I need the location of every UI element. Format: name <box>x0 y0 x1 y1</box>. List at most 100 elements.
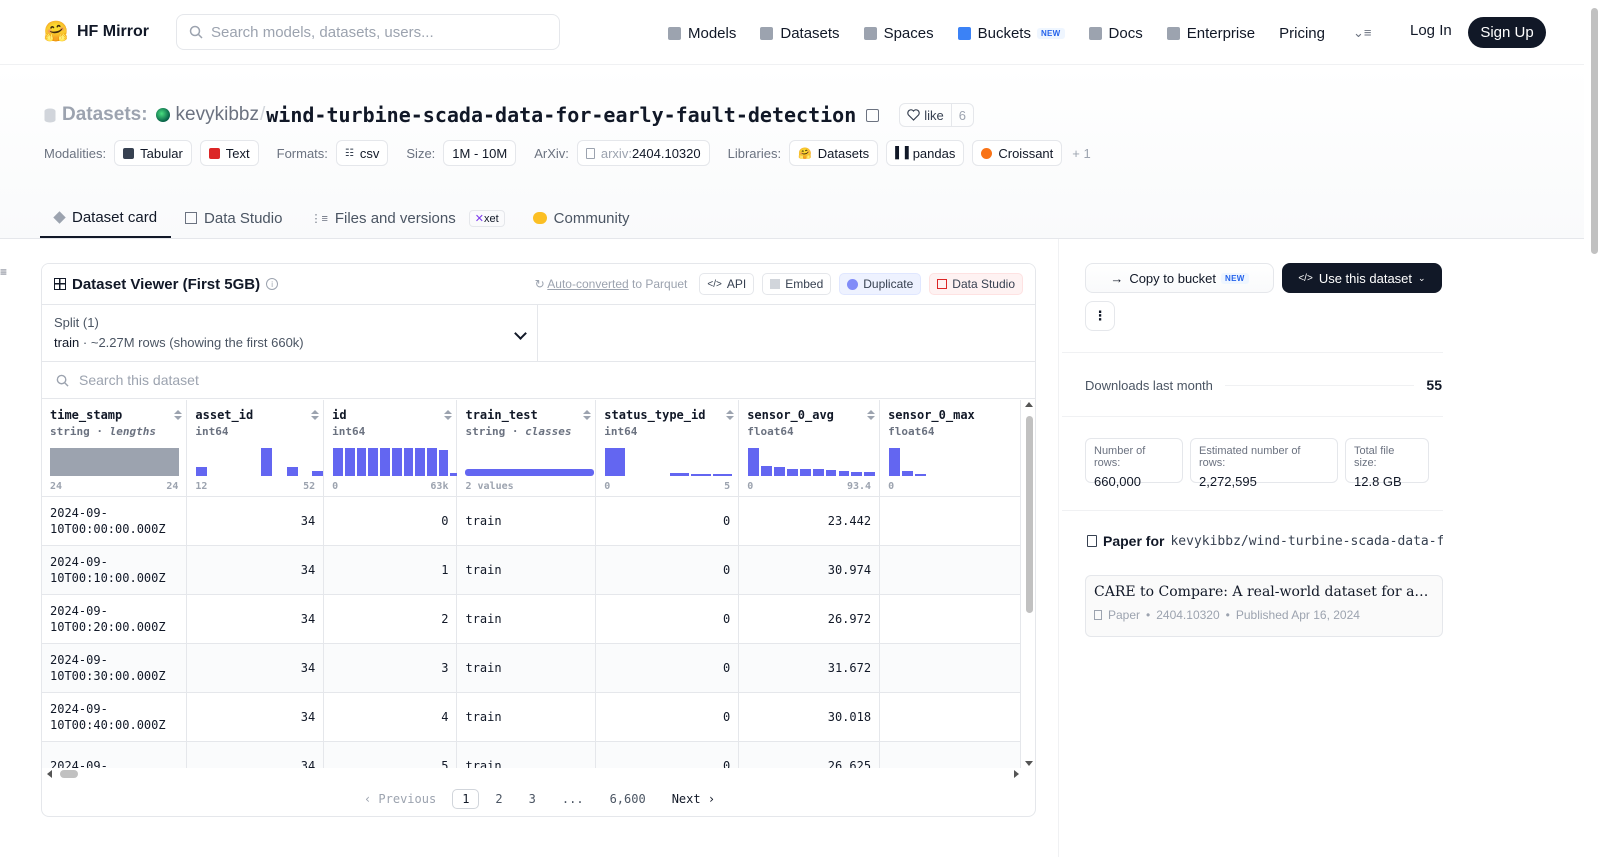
cell-status-type-id[interactable]: 0 <box>595 643 740 693</box>
cell-asset-id[interactable]: 34 <box>186 692 325 742</box>
cell-time-stamp[interactable]: 2024-09- 10T00:00:00.000Z <box>42 496 188 546</box>
histogram-bar[interactable] <box>344 447 355 476</box>
cell-train-test[interactable]: train <box>456 741 597 768</box>
cell-sensor-0-avg[interactable]: 26.625 <box>738 741 881 768</box>
tab-files[interactable]: ⋮≡ Files and versions ✕xet <box>296 198 518 238</box>
scroll-thumb[interactable] <box>1026 416 1033 613</box>
cell-train-test[interactable]: train <box>456 496 597 546</box>
histogram-bar[interactable] <box>415 447 425 476</box>
histogram-bar[interactable] <box>864 472 876 476</box>
histogram-bar[interactable] <box>889 447 900 476</box>
cell-sensor-0-avg[interactable]: 30.018 <box>738 692 881 742</box>
table-vertical-scrollbar[interactable] <box>1023 400 1035 768</box>
cell-asset-id[interactable]: 34 <box>186 741 325 768</box>
cell-time-stamp[interactable]: 2024-09- 10T00:20:00.000Z <box>42 594 188 644</box>
cell-sensor-0-max[interactable] <box>879 594 1021 644</box>
column-header-sensor_0_avg[interactable]: sensor_0_avg float64 0 93.4 <box>738 400 881 497</box>
cell-sensor-0-max[interactable] <box>879 496 1021 546</box>
tab-dataset-card[interactable]: Dataset card <box>40 198 172 238</box>
cell-sensor-0-max[interactable] <box>879 643 1021 693</box>
cell-sensor-0-max[interactable] <box>879 692 1021 742</box>
scroll-left-icon[interactable] <box>47 770 52 778</box>
column-header-status_type_id[interactable]: status_type_id int64 0 5 <box>595 400 740 497</box>
signup-button[interactable]: Sign Up <box>1468 17 1546 48</box>
nav-docs[interactable]: Docs <box>1088 25 1143 42</box>
nav-spaces[interactable]: Spaces <box>863 25 934 42</box>
cell-train-test[interactable]: train <box>456 643 597 693</box>
histogram-bar[interactable] <box>356 447 367 476</box>
cell-id[interactable]: 3 <box>323 643 458 693</box>
histogram-bar[interactable] <box>260 447 272 476</box>
page-scrollbar[interactable] <box>1588 0 1600 857</box>
global-search-input[interactable] <box>211 23 541 41</box>
tab-data-studio[interactable]: Data Studio <box>171 198 296 238</box>
cell-asset-id[interactable]: 34 <box>186 545 325 595</box>
cell-id[interactable]: 4 <box>323 692 458 742</box>
cell-time-stamp[interactable]: 2024-09- <box>42 741 188 768</box>
cell-status-type-id[interactable]: 0 <box>595 496 740 546</box>
histogram-bar[interactable] <box>426 447 437 476</box>
histogram-bar[interactable] <box>605 447 625 476</box>
histogram-bar[interactable] <box>438 450 449 476</box>
cell-sensor-0-max[interactable] <box>879 545 1021 595</box>
table-horizontal-scrollbar[interactable] <box>42 768 1021 780</box>
histogram-bar[interactable] <box>838 471 850 476</box>
duplicate-button[interactable]: Duplicate <box>839 273 922 295</box>
dataset-name[interactable]: wind-turbine-scada-data-for-early-fault-… <box>266 103 856 127</box>
histogram-bar[interactable] <box>50 447 179 476</box>
nav-datasets[interactable]: Datasets <box>760 25 840 42</box>
table-row[interactable]: 2024-09- 10T00:30:00.000Z 34 3 train 0 31.672 <box>42 643 1021 693</box>
page-3[interactable]: 3 <box>519 789 546 809</box>
histogram-bar[interactable] <box>761 465 772 476</box>
library-datasets[interactable]: 🤗 Datasets <box>789 140 879 166</box>
histogram-bar[interactable] <box>786 468 798 476</box>
nav-models[interactable]: Models <box>668 25 736 42</box>
modality-text[interactable]: Text <box>199 140 259 166</box>
cell-sensor-0-avg[interactable]: 31.672 <box>738 643 881 693</box>
histogram-bar[interactable] <box>333 447 343 476</box>
like-button[interactable]: like 6 <box>899 103 975 127</box>
table-row[interactable]: 2024-09- 34 5 train 0 26.625 <box>42 741 1021 768</box>
cell-status-type-id[interactable]: 0 <box>595 594 740 644</box>
histogram-bar[interactable] <box>196 467 208 476</box>
scroll-up-icon[interactable] <box>1025 402 1033 407</box>
table-row[interactable]: 2024-09- 10T00:00:00.000Z 34 0 train 0 23.442 <box>42 496 1021 546</box>
copy-icon[interactable] <box>866 108 880 122</box>
owner-avatar[interactable] <box>155 108 170 122</box>
cell-sensor-0-max[interactable] <box>879 741 1021 768</box>
embed-button[interactable]: Embed <box>762 273 832 295</box>
library-pandas[interactable]: ▌▐ pandas <box>886 140 965 166</box>
info-icon[interactable]: i <box>266 278 279 290</box>
histogram-bar[interactable] <box>748 447 760 476</box>
page-1[interactable]: 1 <box>452 789 480 809</box>
cell-id[interactable]: 5 <box>323 741 458 768</box>
cell-time-stamp[interactable]: 2024-09- 10T00:30:00.000Z <box>42 643 188 693</box>
logo[interactable]: 🤗 HF Mirror <box>43 19 149 45</box>
use-dataset-button[interactable]: </> Use this dataset ⌄ <box>1281 263 1442 293</box>
scroll-thumb[interactable] <box>60 770 78 778</box>
histogram-bar[interactable] <box>312 471 324 476</box>
histogram-bar[interactable] <box>691 473 711 476</box>
scroll-right-icon[interactable] <box>1014 770 1019 778</box>
cell-status-type-id[interactable]: 0 <box>595 692 740 742</box>
cell-train-test[interactable]: train <box>456 545 597 595</box>
table-row[interactable]: 2024-09- 10T00:10:00.000Z 34 1 train 0 30.974 <box>42 545 1021 595</box>
more-libraries[interactable]: + 1 <box>1072 146 1090 161</box>
histogram-bar[interactable] <box>774 467 785 476</box>
api-button[interactable]: </> API <box>699 273 755 295</box>
split-select[interactable]: Split (1) train · ~2.27M rows (showing t… <box>42 305 538 361</box>
modality-tabular[interactable]: Tabular <box>114 140 192 166</box>
toc-toggle-icon[interactable]: ≡ <box>0 265 7 279</box>
histogram-bar[interactable] <box>825 470 837 476</box>
class-bar[interactable] <box>465 468 595 476</box>
auto-converted-link[interactable]: Auto-converted <box>547 277 628 291</box>
owner-link[interactable]: kevykibbz <box>176 104 259 126</box>
histogram-bar[interactable] <box>286 467 298 476</box>
nav-enterprise[interactable]: Enterprise <box>1166 25 1255 42</box>
column-header-id[interactable]: id int64 0 63k <box>323 400 461 497</box>
more-menu-icon[interactable]: ⌄≡ <box>1353 25 1371 41</box>
global-search[interactable] <box>176 14 560 50</box>
page-last[interactable]: 6,600 <box>600 789 656 809</box>
cell-status-type-id[interactable]: 0 <box>595 741 740 768</box>
dataset-search-input[interactable] <box>79 372 479 388</box>
